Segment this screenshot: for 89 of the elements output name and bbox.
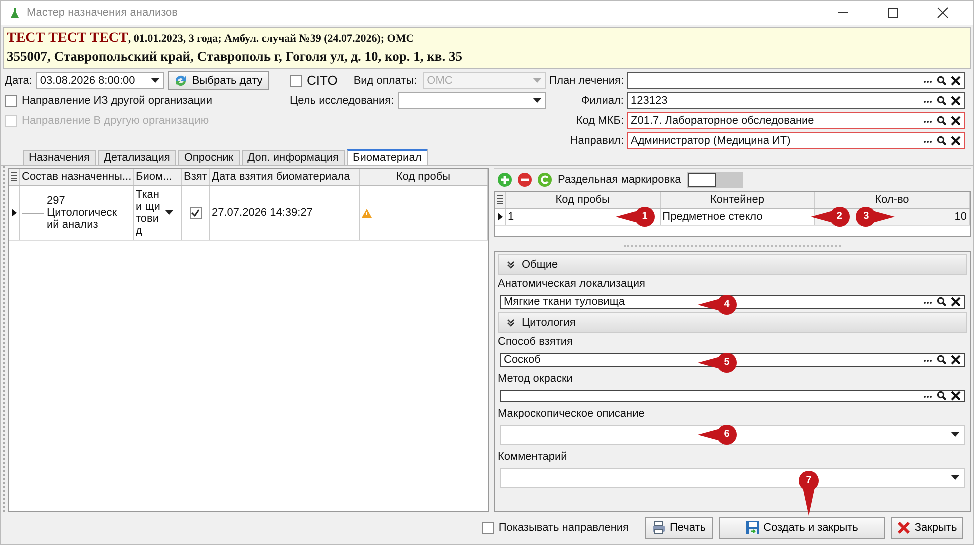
printer-icon <box>652 521 666 535</box>
table-cell: 27.07.2026 14:39:27 <box>212 207 313 219</box>
dropdown-arrow-icon[interactable] <box>951 432 960 438</box>
field-label: Анатомическая локализация <box>498 277 647 292</box>
window-title: Мастер назначения анализов <box>27 7 178 19</box>
clear-icon[interactable] <box>951 136 961 146</box>
lookup-field[interactable]: Администратор (Медицина ИТ) <box>627 132 965 149</box>
search-icon[interactable] <box>937 96 947 106</box>
close-icon[interactable] <box>937 7 949 19</box>
table-cell-text: 297 Цитологический анализ <box>47 195 118 231</box>
checkbox[interactable] <box>5 94 17 106</box>
checkbox-label: Показывать направления <box>498 522 629 534</box>
remove-icon[interactable] <box>518 173 532 187</box>
column-header[interactable]: Биом... <box>134 169 182 185</box>
tab[interactable]: Доп. информация <box>242 150 345 165</box>
lookup-label: План лечения: <box>548 74 624 86</box>
lookup-label: Филиал: <box>580 94 624 106</box>
payment-label: Вид оплаты: <box>354 74 418 86</box>
table-cell: 1 <box>508 211 514 223</box>
column-chooser-icon[interactable] <box>495 192 506 208</box>
goal-field[interactable] <box>398 92 546 109</box>
tab[interactable]: Биоматериал <box>346 149 428 165</box>
dropdown-arrow-icon <box>533 78 542 84</box>
column-header[interactable]: Код пробы <box>360 169 488 185</box>
date-label: Дата: <box>5 74 32 86</box>
clear-icon[interactable] <box>951 116 961 126</box>
lookup-field[interactable] <box>627 72 965 89</box>
clear-icon[interactable] <box>951 355 961 365</box>
cito-label: CITO <box>307 73 338 88</box>
table-cell: 10 <box>954 211 968 223</box>
search-icon[interactable] <box>937 355 947 365</box>
maximize-icon[interactable] <box>887 7 899 19</box>
patient-summary: ТЕСТ ТЕСТ ТЕСТ, 01.01.2023, 3 года; Амбул. случай №39 (24.07.2026); ОМС <box>7 30 416 48</box>
refresh-icon <box>174 74 188 88</box>
lookup-field[interactable]: 123123 <box>627 92 965 109</box>
dropdown-arrow-icon <box>533 98 542 104</box>
field-label: Макроскопическое описание <box>498 407 646 422</box>
section-header[interactable]: Общие <box>498 254 967 275</box>
tab[interactable]: Назначения <box>23 150 96 165</box>
column-chooser-icon[interactable] <box>9 169 20 185</box>
lookup-label: Код МКБ: <box>575 114 624 126</box>
date-field[interactable]: 03.08.2026 8:00:00 <box>36 72 164 89</box>
column-header[interactable]: Состав назначенны... <box>20 169 134 185</box>
table-cell: Предметное стекло <box>662 211 763 223</box>
column-header[interactable]: Контейнер <box>660 192 816 208</box>
lookup-field[interactable]: Z01.7. Лабораторное обследование <box>627 112 965 129</box>
tab[interactable]: Опросник <box>178 150 240 165</box>
cito-checkbox[interactable] <box>290 74 302 86</box>
clear-icon[interactable] <box>951 297 961 307</box>
field-label: Комментарий <box>498 450 568 465</box>
save-icon <box>746 521 760 535</box>
search-icon[interactable] <box>937 76 947 86</box>
column-header[interactable]: Взят <box>182 169 210 185</box>
add-icon[interactable] <box>498 173 512 187</box>
dialog-button[interactable]: Печать <box>645 517 713 539</box>
close-icon <box>896 521 911 535</box>
dropdown-arrow-icon[interactable] <box>165 210 174 216</box>
column-header[interactable]: Дата взятия биоматериала <box>210 169 360 185</box>
dropdown-arrow-icon[interactable] <box>951 475 960 481</box>
checkbox[interactable] <box>190 207 202 219</box>
search-icon[interactable] <box>937 116 947 126</box>
flask-icon <box>9 7 21 19</box>
clear-icon[interactable] <box>951 391 961 401</box>
table-cell-text: Ткани щитовид <box>136 189 162 237</box>
checkbox-label: Направление В другую организацию <box>22 114 210 126</box>
input-field[interactable] <box>500 390 965 402</box>
toggle-label: Раздельная маркировка <box>558 174 682 186</box>
search-icon[interactable] <box>937 391 947 401</box>
field-label: Метод окраски <box>498 372 574 387</box>
pick-date-button[interactable]: Выбрать дату <box>168 71 269 90</box>
search-icon[interactable] <box>937 297 947 307</box>
search-icon[interactable] <box>937 136 947 146</box>
patient-address: 355007, Ставропольский край, Ставрополь г, Гоголя ул, д. 10, кор. 1, кв. 35 <box>7 48 464 65</box>
row-pointer-icon <box>12 209 16 217</box>
collapse-icon <box>507 260 515 268</box>
field-label: Способ взятия <box>498 335 574 350</box>
tab[interactable]: Детализация <box>98 150 176 165</box>
lookup-label: Направил: <box>569 134 624 146</box>
clear-icon[interactable] <box>951 76 961 86</box>
row-pointer-icon <box>498 213 502 221</box>
clear-icon[interactable] <box>951 96 961 106</box>
section-header[interactable]: Цитология <box>498 312 967 333</box>
goal-label: Цель исследования: <box>290 94 394 106</box>
collapse-icon <box>507 318 515 326</box>
checkbox-label: Направление ИЗ другой организации <box>22 94 212 106</box>
dropdown-arrow-icon <box>151 78 160 84</box>
dialog-button[interactable]: Закрыть <box>891 517 963 539</box>
checkbox[interactable] <box>482 522 494 534</box>
toggle-switch[interactable] <box>687 172 744 188</box>
